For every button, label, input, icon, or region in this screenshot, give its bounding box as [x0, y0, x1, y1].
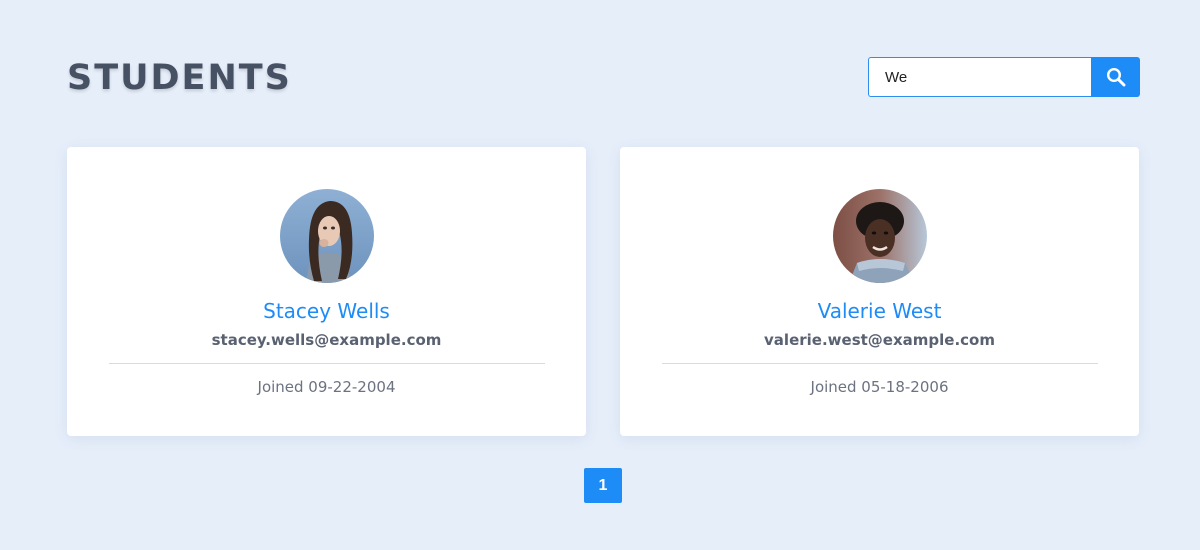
joined-date: Joined 05-18-2006	[810, 378, 949, 396]
search-bar	[868, 57, 1140, 97]
student-name[interactable]: Stacey Wells	[67, 298, 586, 324]
search-button[interactable]	[1091, 57, 1140, 97]
student-avatar[interactable]	[833, 189, 927, 283]
joined-date: Joined 09-22-2004	[257, 378, 396, 396]
student-card: Stacey Wells stacey.wells@example.com Jo…	[67, 147, 586, 436]
student-card: Valerie West valerie.west@example.com Jo…	[620, 147, 1139, 436]
page-1-button[interactable]: 1	[584, 468, 622, 503]
student-email: valerie.west@example.com	[764, 331, 995, 349]
divider	[662, 363, 1098, 364]
search-input[interactable]	[868, 57, 1091, 97]
page-title: STUDENTS	[67, 58, 292, 98]
search-icon	[1106, 67, 1125, 87]
student-email: stacey.wells@example.com	[211, 331, 442, 349]
student-name[interactable]: Valerie West	[620, 298, 1139, 324]
student-avatar[interactable]	[280, 189, 374, 283]
divider	[109, 363, 545, 364]
